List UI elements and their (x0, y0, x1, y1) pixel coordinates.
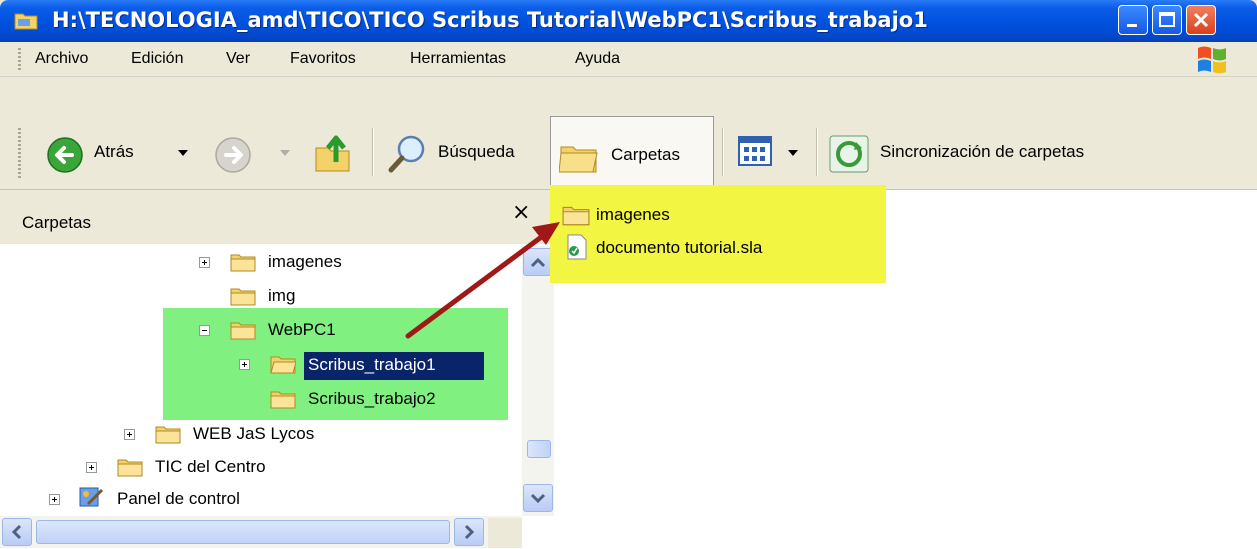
annotation-arrow (405, 222, 560, 339)
explorer-window: H:\TECNOLOGIA_amd\TICO\TICO Scribus Tuto… (0, 0, 1257, 548)
